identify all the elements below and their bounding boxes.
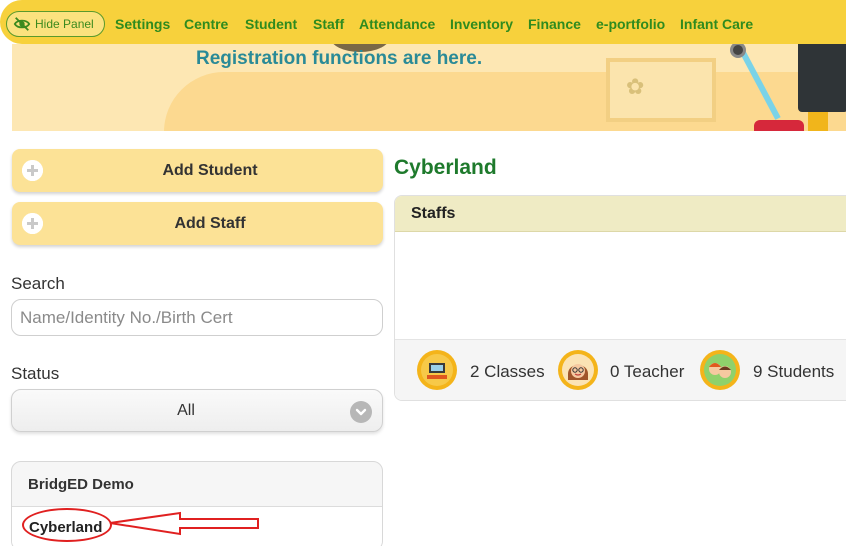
plant-icon: ✿: [626, 74, 645, 99]
search-label: Search: [11, 274, 65, 293]
teacher-count: 0 Teacher: [610, 362, 685, 381]
tree-organisation-item[interactable]: BridgED Demo: [28, 476, 134, 493]
staffs-card: Staffs 2 Classes 0 Teacher 9 Students: [394, 195, 846, 401]
centre-title: Cyberland: [394, 156, 497, 179]
nav-attendance[interactable]: Attendance: [359, 16, 435, 32]
status-selected-value: All: [177, 402, 195, 419]
registration-banner: ✿ Registration functions are here.: [12, 44, 846, 131]
annotation-arrow: [109, 511, 259, 536]
add-student-button[interactable]: Add Student: [12, 149, 383, 192]
search-input[interactable]: [11, 299, 383, 336]
eye-slash-icon: [13, 17, 31, 31]
teacher-icon: [558, 350, 598, 390]
page: Hide Panel Settings Centre Student Staff…: [0, 0, 846, 546]
nav-inventory[interactable]: Inventory: [450, 16, 513, 32]
lamp-base-illustration: [754, 120, 804, 131]
plus-circle-icon: [22, 213, 43, 234]
classroom-icon: [417, 350, 457, 390]
plus-circle-icon: [22, 160, 43, 181]
chevron-down-icon: [350, 401, 372, 423]
nav-settings[interactable]: Settings: [115, 16, 170, 32]
add-student-label: Add Student: [162, 161, 258, 179]
staffs-card-header: Staffs: [395, 196, 846, 232]
classes-count: 2 Classes: [470, 362, 545, 381]
nav-finance[interactable]: Finance: [528, 16, 581, 32]
stats-bar: 2 Classes 0 Teacher 9 Students: [395, 339, 846, 400]
top-nav-bar: Hide Panel Settings Centre Student Staff…: [0, 0, 846, 44]
nav-student[interactable]: Student: [245, 16, 297, 32]
hide-panel-label: Hide Panel: [35, 17, 94, 31]
nav-centre[interactable]: Centre: [184, 16, 228, 32]
add-staff-label: Add Staff: [174, 214, 246, 232]
status-label: Status: [11, 364, 60, 383]
nav-staff[interactable]: Staff: [313, 16, 344, 32]
banner-wave: [164, 72, 846, 131]
cup-illustration: [808, 112, 828, 131]
staffs-header-label: Staffs: [411, 205, 456, 222]
students-count: 9 Students: [753, 362, 835, 381]
nav-e-portfolio[interactable]: e-portfolio: [596, 16, 665, 32]
nav-infant-care[interactable]: Infant Care: [680, 16, 753, 32]
add-staff-button[interactable]: Add Staff: [12, 202, 383, 245]
annotation-highlight-ellipse: [22, 508, 112, 542]
banner-title: Registration functions are here.: [196, 48, 483, 69]
status-select[interactable]: All: [11, 389, 383, 432]
monitor-illustration: [798, 44, 846, 112]
hide-panel-button[interactable]: Hide Panel: [6, 11, 105, 37]
students-icon: [700, 350, 740, 390]
